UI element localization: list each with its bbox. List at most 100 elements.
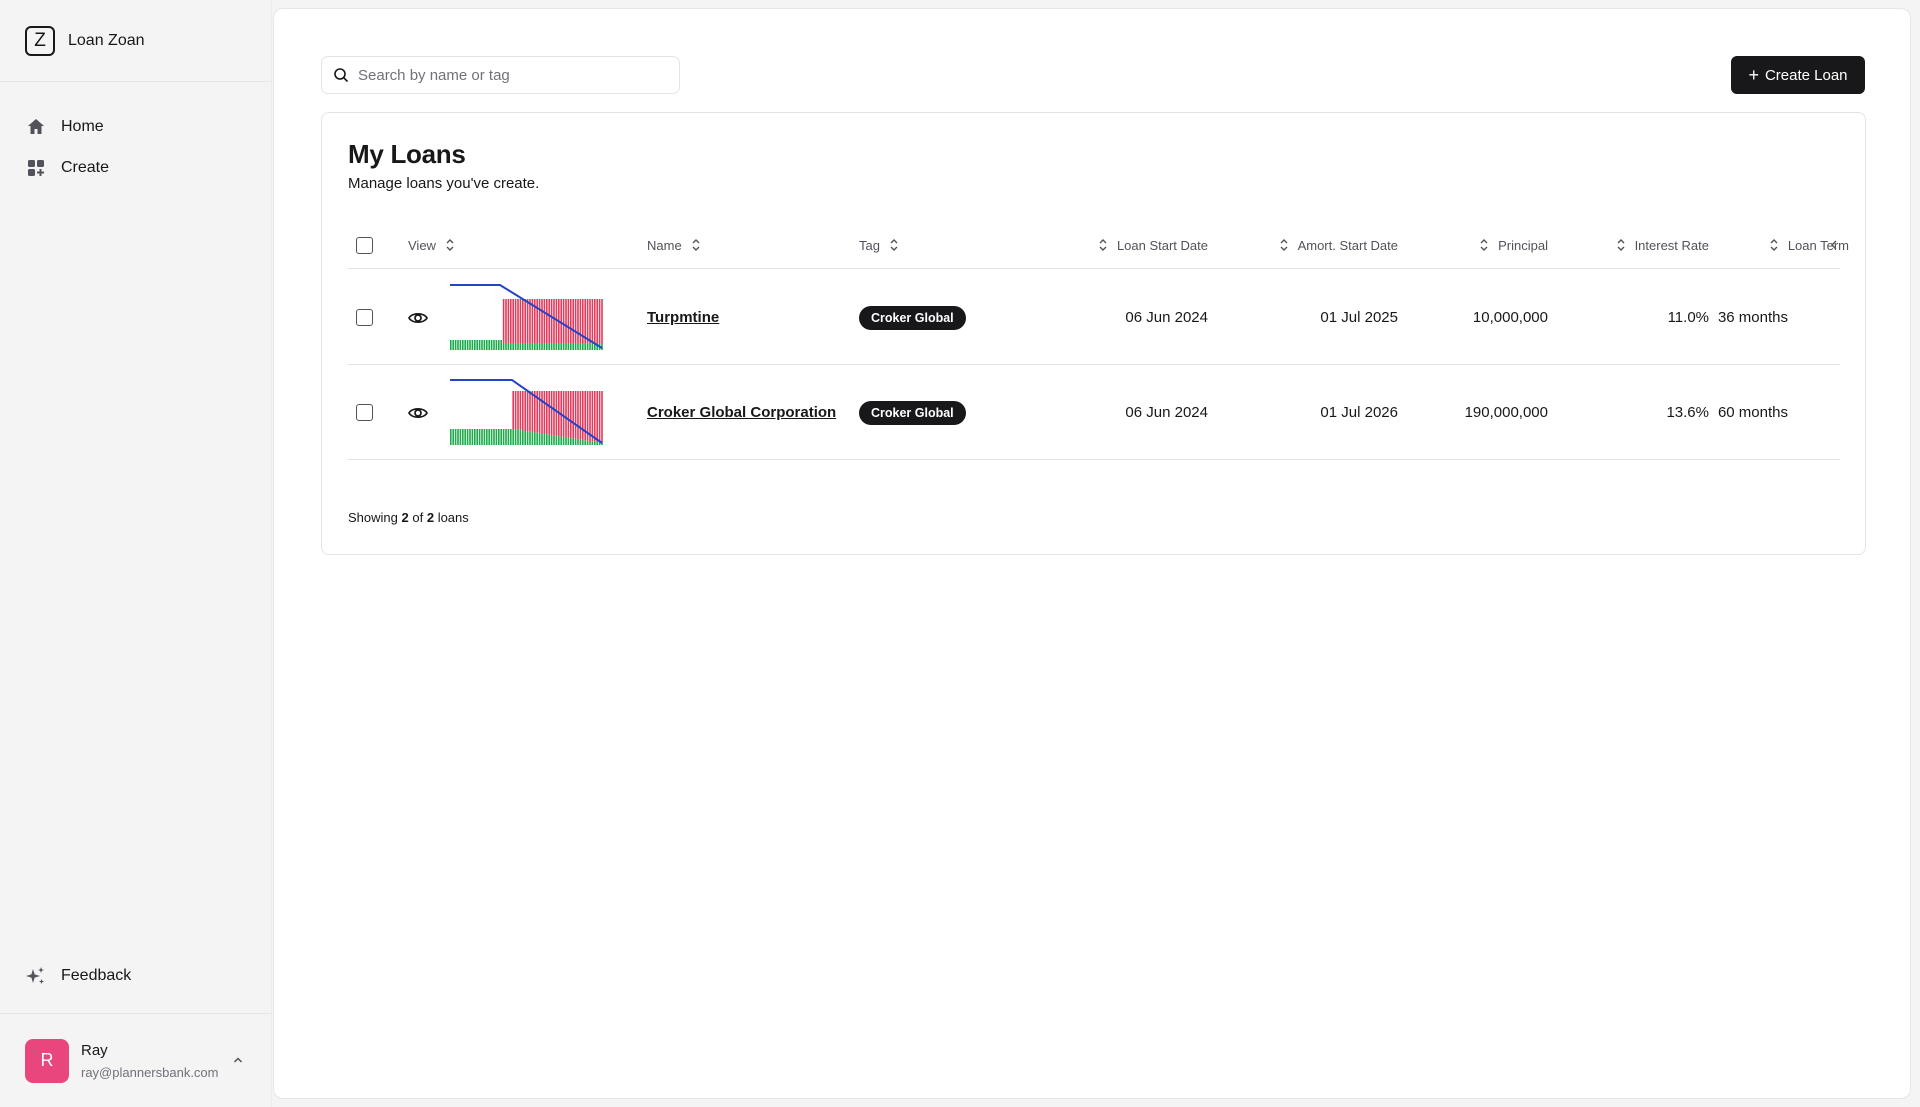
sparkline-bar: [567, 390, 570, 438]
sparkline-bar: [586, 440, 589, 445]
sort-icon: [692, 239, 700, 251]
sparkline-bar: [550, 390, 553, 435]
sparkline-bar: [522, 342, 524, 350]
sparkline-bar: [546, 342, 548, 350]
sort-icon: [890, 239, 898, 251]
sparkline-bar: [493, 339, 495, 350]
create-loan-button[interactable]: + Create Loan: [1731, 56, 1865, 94]
sparkline-bar: [534, 431, 536, 445]
loan-name-link[interactable]: Croker Global Corporation: [647, 404, 836, 421]
col-header-loan-start[interactable]: Loan Start Date: [1008, 221, 1208, 269]
sparkline-bar: [567, 298, 570, 343]
sparkline-bar: [553, 342, 555, 350]
user-menu[interactable]: R Ray ray@plannersbank.com: [0, 1013, 271, 1107]
row-checkbox[interactable]: [356, 309, 373, 326]
sparkline-bar: [526, 298, 529, 343]
loan-name-link[interactable]: Turpmtine: [647, 309, 719, 326]
tag-badge[interactable]: Croker Global: [859, 400, 966, 425]
col-header-label: Loan Start Date: [1116, 237, 1208, 253]
sparkline-bar: [514, 428, 517, 445]
main-panel: + Create Loan My Loans Manage loans you'…: [273, 8, 1911, 1099]
sidebar-item-feedback[interactable]: Feedback: [0, 955, 271, 996]
sparkline-bar: [512, 428, 514, 445]
amortization-sparkline[interactable]: [448, 270, 604, 365]
sparkline-bar: [558, 435, 560, 445]
sparkline-bar: [529, 390, 531, 432]
sparkline-bar: [502, 342, 505, 350]
search-input[interactable]: [358, 66, 658, 84]
sparkline-bar: [582, 342, 584, 350]
col-header-view[interactable]: View: [408, 221, 456, 269]
sparkline-bar: [538, 432, 541, 445]
term-cell: 60 months: [1717, 404, 1788, 421]
sparkline-bar: [543, 390, 546, 434]
sidebar-item-label: Create: [61, 158, 110, 176]
sparkline-bar: [486, 428, 488, 445]
col-header-more[interactable]: [1828, 221, 1840, 269]
sparkline-bar: [560, 342, 562, 350]
tag-badge[interactable]: Croker Global: [859, 305, 966, 330]
sparkline-bar: [529, 298, 531, 343]
sidebar-item-label: Home: [61, 117, 104, 135]
col-header-term[interactable]: Loan Term: [1649, 221, 1849, 269]
sidebar-item-home[interactable]: Home: [0, 106, 271, 147]
search-box[interactable]: [321, 56, 680, 94]
sparkline-bar: [572, 437, 574, 445]
sparkline-bar: [594, 441, 596, 445]
amortization-sparkline[interactable]: [448, 365, 604, 460]
sparkline-bar: [524, 342, 526, 350]
sparkline-bar: [541, 342, 543, 350]
sparkline-bar: [495, 339, 498, 350]
sort-icon: [1770, 239, 1778, 251]
sparkline-bar: [462, 428, 464, 445]
sparkline-bar: [466, 339, 469, 350]
select-all-checkbox[interactable]: [356, 236, 373, 254]
eye-icon[interactable]: [407, 402, 429, 424]
sparkline-bar: [591, 298, 594, 343]
sparkline-bar: [464, 428, 466, 445]
sparkline-bar: [546, 390, 548, 434]
sparkline-bar: [596, 298, 598, 343]
sparkline-bar: [498, 339, 500, 350]
chevron-up-icon[interactable]: [232, 1054, 244, 1066]
sparkline-bar: [548, 298, 550, 343]
sparkline-bar: [512, 342, 514, 350]
home-icon: [28, 118, 44, 134]
sparkline-bar: [579, 390, 582, 440]
sparkline-bar: [565, 390, 567, 437]
col-header-name[interactable]: Name: [647, 221, 702, 269]
sparkline-bar: [531, 342, 534, 350]
sparkline-bar: [601, 390, 603, 443]
sparkline-bar: [517, 429, 519, 445]
col-header-tag[interactable]: Tag: [859, 221, 900, 269]
sparkline-bar: [510, 428, 512, 445]
chevron-left-icon: [1831, 240, 1837, 250]
eye-icon[interactable]: [407, 307, 429, 329]
sort-icon: [446, 239, 454, 251]
table-row[interactable]: Croker Global Corporation Croker Global …: [348, 365, 1840, 460]
sparkline-bar: [598, 298, 601, 343]
sparkline-bar: [483, 428, 486, 445]
col-header-label: Name: [647, 237, 682, 253]
row-checkbox[interactable]: [356, 404, 373, 421]
brand[interactable]: Z Loan Zoan: [0, 0, 271, 82]
sort-icon: [1617, 239, 1625, 251]
row-select-cell: [356, 365, 373, 460]
table-row[interactable]: Turpmtine Croker Global 06 Jun 2024 01 J…: [348, 270, 1840, 365]
sidebar-item-label: Feedback: [61, 966, 132, 984]
sparkline-bar: [510, 298, 512, 343]
sidebar-item-create[interactable]: Create: [0, 147, 271, 188]
sparkline-bar: [574, 438, 577, 445]
sparkline-bar: [500, 339, 502, 350]
sparkline-bar: [517, 298, 519, 343]
sparkline-bar: [562, 390, 565, 437]
sparkline-bar: [454, 339, 457, 350]
sparkline-bar: [548, 342, 550, 350]
footer-of: of: [412, 510, 424, 525]
sparkline-bar: [495, 428, 498, 445]
sparkline-bar: [538, 342, 541, 350]
term-cell: 36 months: [1717, 309, 1788, 326]
sparkline-bar: [459, 339, 462, 350]
sparkline-bar: [478, 339, 481, 350]
sparkline-bar: [450, 339, 452, 350]
